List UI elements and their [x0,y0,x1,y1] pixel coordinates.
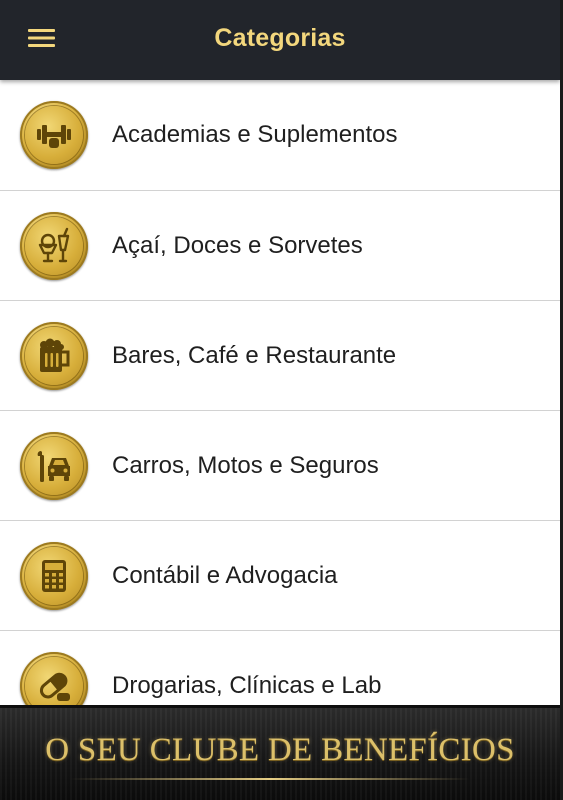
ice-cream-drink-icon [38,227,70,262]
category-list: Academias e Suplementos Açaí, Doces e So… [0,80,560,706]
category-label: Drogarias, Clínicas e Lab [112,671,382,699]
category-coin [20,321,88,390]
category-item-bares[interactable]: Bares, Café e Restaurante [0,301,560,411]
category-coin [20,211,88,280]
category-label: Contábil e Advogacia [112,561,338,589]
dumbbell-icon [37,125,71,148]
beer-mug-icon [40,338,70,372]
banner-underline [70,778,470,780]
category-item-carros[interactable]: Carros, Motos e Seguros [0,411,560,521]
category-coin [20,651,88,706]
category-item-academias[interactable]: Academias e Suplementos [0,80,560,191]
app-bar: Categorias [0,0,560,80]
banner-text: O SEU CLUBE DE BENEFÍCIOS [45,732,515,768]
category-label: Bares, Café e Restaurante [112,341,397,369]
category-coin [20,541,88,610]
category-item-contabil[interactable]: Contábil e Advogacia [0,521,560,631]
category-coin [20,431,88,500]
category-item-acai[interactable]: Açaí, Doces e Sorvetes [0,191,560,301]
category-label: Academias e Suplementos [112,121,398,148]
page-title: Categorias [214,23,346,52]
pill-icon [39,672,70,701]
category-item-drogarias[interactable]: Drogarias, Clínicas e Lab [0,631,560,706]
category-coin [20,101,88,169]
calculator-icon [42,559,66,592]
category-label: Carros, Motos e Seguros [112,451,379,479]
promo-banner: O SEU CLUBE DE BENEFÍCIOS [0,705,560,800]
category-label: Açaí, Doces e Sorvetes [112,231,363,259]
app-screen: Categorias Academias e Suplementos Açaí,… [0,0,560,800]
car-wrench-icon [37,450,70,482]
